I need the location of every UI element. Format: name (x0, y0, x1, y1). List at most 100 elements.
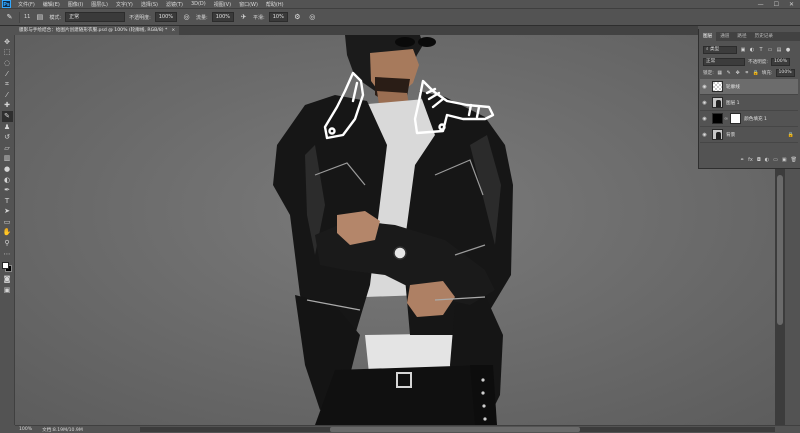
screen-mode-icon[interactable]: ▣ (2, 285, 13, 296)
airbrush-icon[interactable]: ✈ (238, 12, 249, 23)
lock-transparent-icon[interactable]: ▦ (717, 70, 723, 76)
rectangle-tool-icon[interactable]: ▭ (2, 217, 13, 228)
eyedropper-tool-icon[interactable]: ⁄ (2, 90, 13, 101)
lock-image-icon[interactable]: ✎ (726, 70, 732, 76)
type-tool-icon[interactable]: T (2, 196, 13, 207)
tab-history[interactable]: 历史记录 (751, 32, 777, 41)
filter-toggle-icon[interactable]: ● (785, 47, 791, 53)
vertical-scroll-thumb[interactable] (777, 175, 783, 325)
new-group-icon[interactable]: ▭ (773, 157, 778, 163)
clone-stamp-tool-icon[interactable]: ♟ (2, 122, 13, 133)
tab-channels[interactable]: 通道 (716, 32, 733, 41)
path-select-tool-icon[interactable]: ➤ (2, 207, 13, 218)
quick-select-tool-icon[interactable]: ⁄ (2, 69, 13, 80)
tab-layers[interactable]: 图层 (699, 32, 717, 41)
document-tab[interactable]: 膜影与手绘结合：给图片创建随形衣服.psd @ 100% (轮廓线, RGB/8… (15, 26, 180, 35)
hand-tool-icon[interactable]: ✋ (2, 228, 13, 239)
zoom-tool-icon[interactable]: ⚲ (2, 238, 13, 249)
foreground-color-swatch[interactable] (2, 262, 9, 270)
pressure-opacity-icon[interactable]: ◎ (181, 12, 192, 23)
opacity-field[interactable]: 100% (154, 12, 178, 22)
new-layer-icon[interactable]: ▣ (782, 157, 787, 163)
lock-all-icon[interactable]: 🔒 (753, 70, 759, 76)
document-tab-row: 膜影与手绘结合：给图片创建随形衣服.psd @ 100% (轮廓线, RGB/8… (15, 26, 698, 35)
lock-artboard-icon[interactable]: ⌗ (744, 70, 750, 76)
blur-tool-icon[interactable]: ● (2, 164, 13, 175)
layer-kind-filter[interactable]: ⌕ 类型 (703, 45, 737, 54)
horizontal-scroll-thumb[interactable] (330, 427, 580, 432)
menu-edit[interactable]: 编辑(E) (39, 1, 64, 8)
menu-help[interactable]: 帮助(H) (262, 1, 288, 8)
menu-type[interactable]: 文字(Y) (112, 1, 137, 8)
close-button[interactable]: ✕ (789, 1, 794, 8)
fill-field[interactable]: 100% (775, 68, 795, 77)
lasso-tool-icon[interactable]: ◌ (2, 58, 13, 69)
blend-row: 正常 不透明度: 100% (703, 57, 797, 66)
minimize-button[interactable]: — (758, 1, 764, 8)
flow-field[interactable]: 100% (211, 12, 235, 22)
lock-icon: 🔒 (787, 131, 794, 138)
filter-pixel-icon[interactable]: ▣ (740, 47, 746, 53)
zoom-level[interactable]: 100% (19, 427, 32, 432)
blend-mode-select[interactable]: 正常 (703, 57, 745, 66)
tab-paths[interactable]: 路径 (733, 32, 750, 41)
brush-panel-icon[interactable]: ▤ (34, 12, 45, 23)
layer-opacity-field[interactable]: 100% (770, 57, 791, 66)
color-swatches[interactable] (1, 261, 13, 274)
layer-row[interactable]: ◉ 图层 1 (700, 95, 798, 111)
eraser-tool-icon[interactable]: ▱ (2, 143, 13, 154)
visibility-eye-icon[interactable]: ◉ (700, 100, 709, 106)
pen-tool-icon[interactable]: ✒ (2, 185, 13, 196)
lock-position-icon[interactable]: ✥ (735, 70, 741, 76)
tab-close-icon[interactable]: × (171, 26, 175, 35)
layer-style-icon[interactable]: fx (748, 157, 753, 163)
history-brush-tool-icon[interactable]: ↺ (2, 132, 13, 143)
filter-type-icon[interactable]: T (758, 47, 764, 53)
menu-file[interactable]: 文件(F) (14, 1, 39, 8)
brush-tool-icon[interactable]: ✎ (4, 12, 15, 23)
layers-panel: 图层 通道 路径 历史记录 ⌕ 类型 ▣ ◐ T ▭ ▤ ● 正常 不透明度: … (698, 29, 800, 169)
menu-window[interactable]: 窗口(W) (235, 1, 262, 8)
layer-thumbnail (712, 97, 723, 108)
quick-mask-icon[interactable]: ◙ (2, 274, 13, 285)
brush-tool-icon[interactable]: ✎ (1, 111, 13, 122)
crop-tool-icon[interactable]: ⌗ (2, 79, 13, 90)
mode-select[interactable]: 正常 (65, 12, 126, 22)
menu-select[interactable]: 选择(S) (137, 1, 162, 8)
layer-row[interactable]: ◉ ∞ 颜色填充 1 (700, 111, 798, 127)
brush-size-value[interactable]: 11 (24, 14, 30, 20)
dodge-tool-icon[interactable]: ◐ (2, 175, 13, 186)
filter-smart-icon[interactable]: ▤ (776, 47, 782, 53)
layer-kind-label: 类型 (710, 46, 720, 52)
filter-adjustment-icon[interactable]: ◐ (749, 47, 755, 53)
filter-shape-icon[interactable]: ▭ (767, 47, 773, 53)
document-canvas[interactable] (15, 35, 775, 425)
layer-row[interactable]: ◉ 背景 🔒 (700, 127, 798, 143)
healing-brush-tool-icon[interactable]: ✚ (2, 101, 13, 112)
gradient-tool-icon[interactable]: ▥ (2, 154, 13, 165)
menu-layer[interactable]: 图层(L) (87, 1, 112, 8)
document-size-info[interactable]: 文档:8.19M/10.9M (42, 427, 83, 433)
maximize-button[interactable]: ☐ (774, 1, 779, 8)
gear-icon[interactable]: ⚙ (292, 12, 303, 23)
horizontal-scrollbar[interactable] (140, 427, 775, 432)
trash-icon[interactable]: 🗑 (791, 157, 797, 163)
adjustment-layer-icon[interactable]: ◐ (765, 157, 769, 163)
smoothing-field[interactable]: 10% (268, 12, 288, 22)
menu-filter[interactable]: 滤镜(T) (162, 1, 187, 8)
layer-row[interactable]: ◉ 轮廓线 (700, 79, 798, 95)
fill-color-thumbnail (712, 113, 723, 124)
layer-name: 背景 (726, 132, 736, 138)
move-tool-icon[interactable]: ✥ (2, 37, 13, 48)
menu-image[interactable]: 图像(I) (64, 1, 87, 8)
marquee-tool-icon[interactable]: ⬚ (2, 48, 13, 59)
add-mask-icon[interactable]: ◘ (757, 157, 761, 163)
menu-3d[interactable]: 3D(D) (187, 1, 210, 7)
more-tools-icon[interactable]: ⋯ (2, 249, 13, 260)
menu-view[interactable]: 视图(V) (210, 1, 235, 8)
visibility-eye-icon[interactable]: ◉ (700, 84, 709, 90)
link-layers-icon[interactable]: ⚭ (740, 157, 744, 163)
visibility-eye-icon[interactable]: ◉ (700, 116, 709, 122)
pressure-size-icon[interactable]: ◎ (307, 12, 318, 23)
visibility-eye-icon[interactable]: ◉ (700, 132, 709, 138)
